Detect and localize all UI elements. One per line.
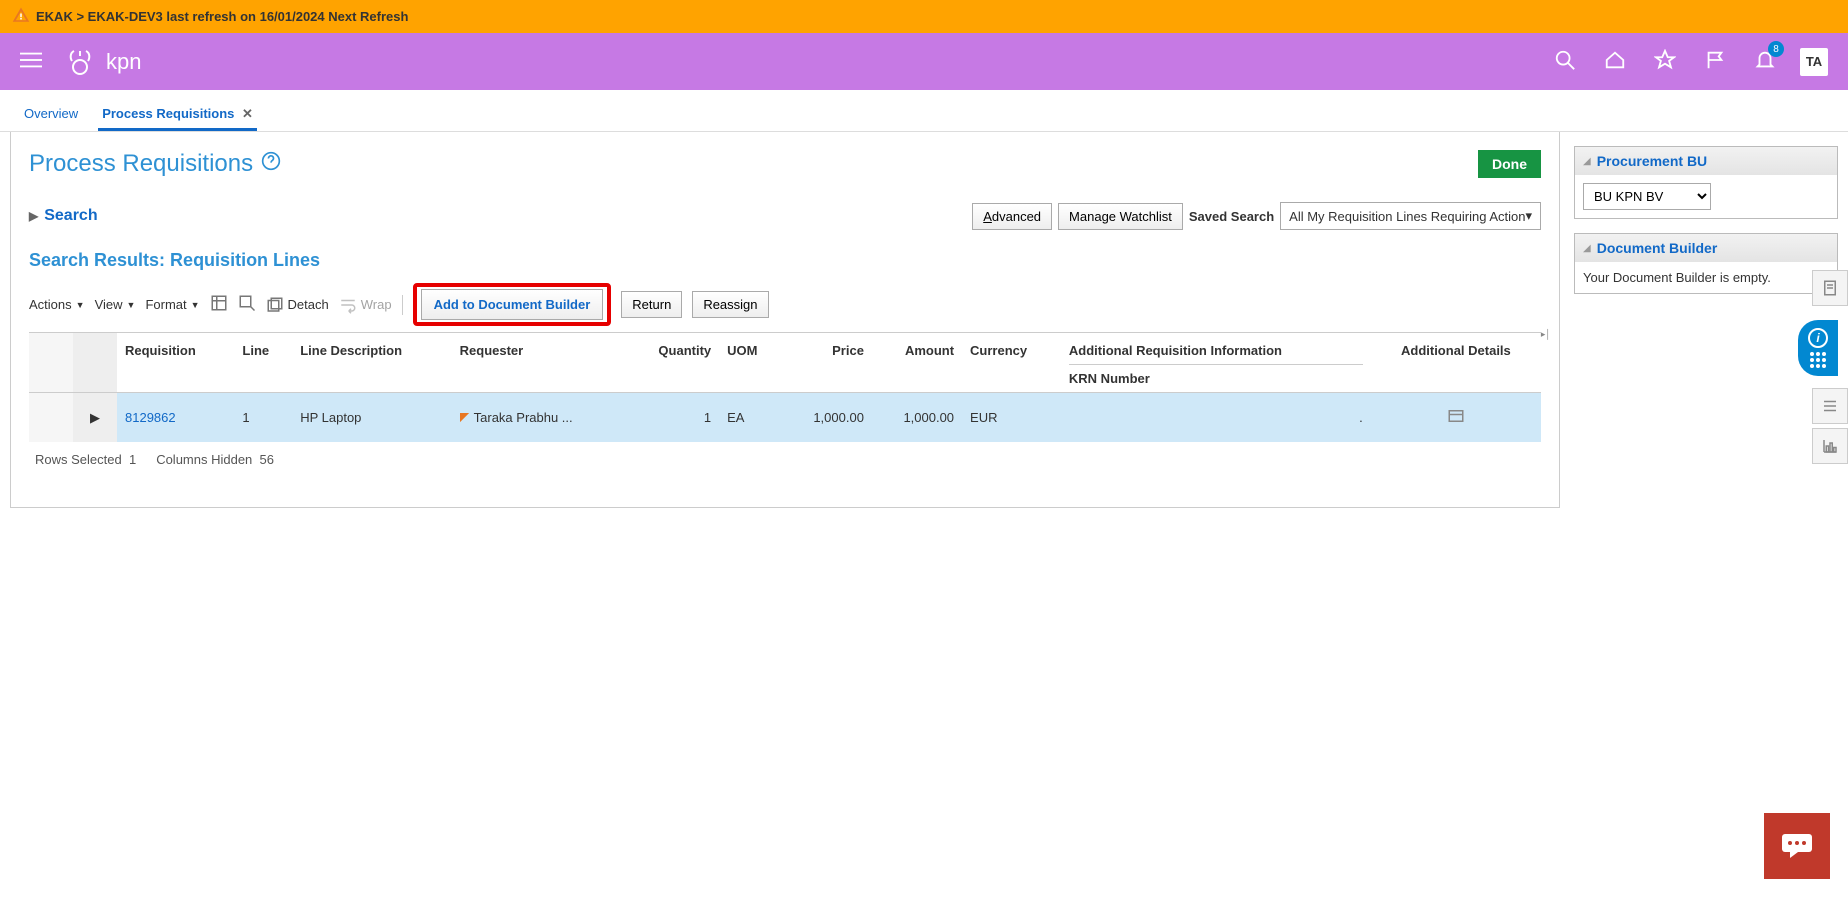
highlight-annotation: Add to Document Builder bbox=[413, 283, 612, 326]
procurement-bu-select[interactable]: BU KPN BV bbox=[1583, 183, 1711, 210]
environment-banner: EKAK > EKAK-DEV3 last refresh on 16/01/2… bbox=[0, 0, 1848, 33]
table-splitter-icon[interactable]: ▸│ bbox=[1541, 329, 1551, 340]
col-additional-req-info[interactable]: Additional Requisition Information KRN N… bbox=[1061, 333, 1371, 393]
manage-watchlist-button[interactable]: Manage Watchlist bbox=[1058, 203, 1183, 230]
notifications-icon[interactable]: 8 bbox=[1750, 45, 1780, 78]
col-amount[interactable]: Amount bbox=[872, 333, 962, 393]
brand-logo[interactable]: kpn bbox=[62, 47, 141, 77]
side-widget-chart-icon[interactable] bbox=[1812, 428, 1848, 464]
return-button[interactable]: Return bbox=[621, 291, 682, 318]
flag-icon[interactable] bbox=[1700, 45, 1730, 78]
search-toggle[interactable]: ▶ Search bbox=[29, 207, 98, 225]
info-widget[interactable]: i bbox=[1798, 320, 1838, 376]
done-button[interactable]: Done bbox=[1478, 150, 1541, 178]
col-line-description[interactable]: Line Description bbox=[292, 333, 451, 393]
expand-icon: ▶ bbox=[29, 209, 38, 223]
user-avatar[interactable]: TA bbox=[1800, 48, 1828, 76]
col-requisition[interactable]: Requisition bbox=[117, 333, 234, 393]
actions-menu[interactable]: Actions▼ bbox=[29, 297, 85, 312]
table-footer: Rows Selected 1 Columns Hidden 56 bbox=[29, 442, 1541, 477]
help-icon[interactable] bbox=[261, 150, 281, 178]
table-toolbar: Actions▼ View▼ Format▼ Detach Wrap bbox=[29, 283, 1541, 333]
advanced-button[interactable]: Advanced bbox=[972, 203, 1052, 230]
side-widget-doc-icon[interactable] bbox=[1812, 270, 1848, 306]
col-price[interactable]: Price bbox=[782, 333, 872, 393]
global-header: kpn 8 TA bbox=[0, 33, 1848, 90]
document-builder-header[interactable]: ◢ Document Builder bbox=[1575, 234, 1837, 262]
procurement-bu-header[interactable]: ◢ Procurement BU bbox=[1575, 147, 1837, 175]
view-menu[interactable]: View▼ bbox=[95, 297, 136, 312]
row-expand-icon[interactable]: ▶ bbox=[73, 393, 117, 443]
col-line[interactable]: Line bbox=[234, 333, 292, 393]
collapse-icon: ◢ bbox=[1583, 156, 1591, 167]
section-title: Search Results: Requisition Lines bbox=[29, 250, 1541, 271]
document-builder-panel: ◢ Document Builder Your Document Builder… bbox=[1574, 233, 1838, 294]
wrap-button: Wrap bbox=[339, 296, 392, 314]
requisition-lines-table: Requisition Line Line Description Reques… bbox=[29, 333, 1541, 442]
home-icon[interactable] bbox=[1600, 45, 1630, 78]
procurement-bu-panel: ◢ Procurement BU BU KPN BV bbox=[1574, 146, 1838, 219]
page-title: Process Requisitions bbox=[29, 150, 281, 178]
chat-fab[interactable] bbox=[1764, 813, 1830, 879]
favorites-icon[interactable] bbox=[1650, 45, 1680, 78]
requester-flag-icon bbox=[460, 413, 470, 423]
col-quantity[interactable]: Quantity bbox=[626, 333, 719, 393]
menu-icon[interactable] bbox=[20, 49, 42, 74]
reassign-button[interactable]: Reassign bbox=[692, 291, 768, 318]
freeze-icon[interactable] bbox=[210, 294, 228, 315]
tab-overview[interactable]: Overview bbox=[20, 100, 82, 131]
document-builder-empty-text: Your Document Builder is empty. bbox=[1583, 270, 1771, 285]
additional-details-icon[interactable] bbox=[1447, 413, 1465, 428]
tab-process-requisitions[interactable]: Process Requisitions ✕ bbox=[98, 100, 257, 131]
query-by-example-icon[interactable] bbox=[238, 294, 256, 315]
environment-text: EKAK > EKAK-DEV3 last refresh on 16/01/2… bbox=[36, 9, 408, 24]
saved-search-label: Saved Search bbox=[1189, 209, 1274, 224]
col-requester[interactable]: Requester bbox=[452, 333, 627, 393]
row-selector[interactable] bbox=[29, 393, 73, 443]
search-icon[interactable] bbox=[1550, 45, 1580, 78]
saved-search-select[interactable]: All My Requisition Lines Requiring Actio… bbox=[1280, 202, 1541, 230]
close-tab-icon[interactable]: ✕ bbox=[242, 106, 253, 121]
notification-badge: 8 bbox=[1768, 41, 1784, 57]
col-uom[interactable]: UOM bbox=[719, 333, 782, 393]
table-row[interactable]: ▶ 8129862 1 HP Laptop Taraka Prabhu ... … bbox=[29, 393, 1541, 443]
col-currency[interactable]: Currency bbox=[962, 333, 1061, 393]
col-additional-details[interactable]: Additional Details bbox=[1371, 333, 1541, 393]
brand-name: kpn bbox=[106, 49, 141, 75]
format-menu[interactable]: Format▼ bbox=[145, 297, 199, 312]
side-widget-list-icon[interactable] bbox=[1812, 388, 1848, 424]
requisition-link[interactable]: 8129862 bbox=[125, 410, 176, 425]
chevron-down-icon: ▾ bbox=[1525, 208, 1532, 224]
page-tabs: Overview Process Requisitions ✕ bbox=[0, 90, 1848, 132]
detach-button[interactable]: Detach bbox=[266, 296, 329, 314]
collapse-icon: ◢ bbox=[1583, 243, 1591, 254]
warning-icon bbox=[12, 6, 30, 27]
add-to-document-builder-button[interactable]: Add to Document Builder bbox=[421, 289, 604, 320]
